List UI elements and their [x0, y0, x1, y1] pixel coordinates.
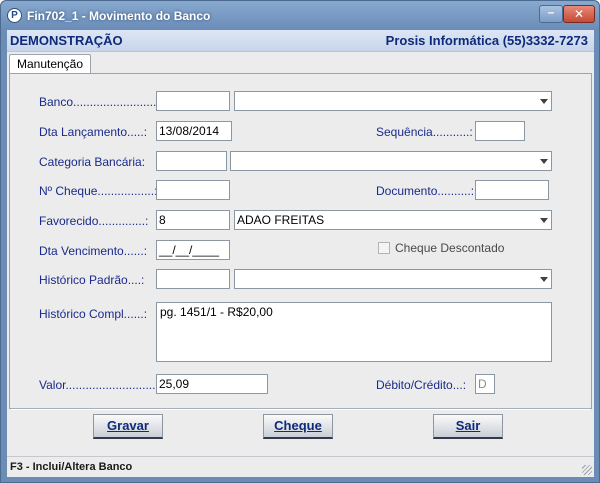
historico-padrao-label: Histórico Padrão....: [39, 273, 145, 287]
valor-label: Valor............................: [39, 378, 163, 392]
historico-padrao-code-input[interactable] [156, 269, 230, 289]
button-separator [11, 408, 590, 410]
cheque-descontado-label: Cheque Descontado [395, 241, 505, 255]
historico-compl-textarea[interactable]: pg. 1451/1 - R$20,00 [156, 302, 552, 362]
form-panel: Banco.........................: Dta Lanç… [9, 73, 592, 409]
chevron-down-icon [540, 99, 548, 104]
sequencia-input[interactable] [475, 121, 525, 141]
close-button[interactable]: ✕ [563, 5, 595, 23]
dta-vencimento-input[interactable]: __/__/____ [156, 240, 230, 260]
resize-grip-icon[interactable] [582, 465, 592, 475]
categoria-name-select[interactable] [230, 151, 552, 171]
cheque-label: Nº Cheque.................: [39, 184, 158, 198]
gravar-button[interactable]: Gravar [93, 414, 163, 439]
minimize-button[interactable]: – [539, 5, 563, 23]
categoria-label: Categoria Bancária: [39, 155, 146, 169]
chevron-down-icon [540, 159, 548, 164]
main-window: P Fin702_1 - Movimento do Banco – ✕ DEMO… [0, 0, 600, 483]
client-area: DEMONSTRAÇÃO Prosis Informática (55)3332… [7, 30, 594, 477]
historico-padrao-select[interactable] [234, 269, 552, 289]
documento-label: Documento..........: [376, 184, 475, 198]
chevron-down-icon [540, 218, 548, 223]
debito-credito-input[interactable]: D [475, 374, 495, 394]
cheque-button[interactable]: Cheque [263, 414, 333, 439]
banco-name-select[interactable] [234, 91, 552, 111]
cheque-descontado-checkbox[interactable] [378, 242, 390, 254]
favorecido-label: Favorecido..............: [39, 214, 149, 228]
categoria-code-input[interactable] [156, 151, 227, 171]
title-bar[interactable]: P Fin702_1 - Movimento do Banco – ✕ [1, 1, 599, 30]
tab-manutencao[interactable]: Manutenção [9, 54, 91, 74]
dta-vencimento-label: Dta Vencimento......: [39, 244, 148, 258]
dta-lancamento-input[interactable]: 13/08/2014 [156, 121, 232, 141]
header-band: DEMONSTRAÇÃO Prosis Informática (55)3332… [7, 30, 594, 52]
dta-lancamento-label: Dta Lançamento.....: [39, 125, 148, 139]
favorecido-name-select[interactable]: ADAO FREITAS [234, 210, 552, 230]
historico-compl-label: Histórico Compl......: [39, 307, 148, 321]
banco-label: Banco.........................: [39, 95, 160, 109]
sair-button[interactable]: Sair [433, 414, 503, 439]
demo-label: DEMONSTRAÇÃO [10, 33, 123, 48]
favorecido-code-input[interactable]: 8 [156, 210, 230, 230]
favorecido-name-value: ADAO FREITAS [237, 213, 325, 227]
sequencia-label: Sequência...........: [376, 125, 473, 139]
chevron-down-icon [540, 277, 548, 282]
banco-code-input[interactable] [156, 91, 230, 111]
documento-input[interactable] [475, 180, 549, 200]
debito-credito-label: Débito/Crédito...: [376, 378, 467, 392]
company-contact: Prosis Informática (55)3332-7273 [385, 33, 588, 48]
cheque-input[interactable] [156, 180, 230, 200]
status-bar: F3 - Inclui/Altera Banco [7, 456, 594, 477]
window-title: Fin702_1 - Movimento do Banco [27, 9, 211, 23]
valor-input[interactable]: 25,09 [156, 374, 268, 394]
status-text: F3 - Inclui/Altera Banco [10, 461, 133, 473]
p-app-icon: P [7, 8, 22, 23]
